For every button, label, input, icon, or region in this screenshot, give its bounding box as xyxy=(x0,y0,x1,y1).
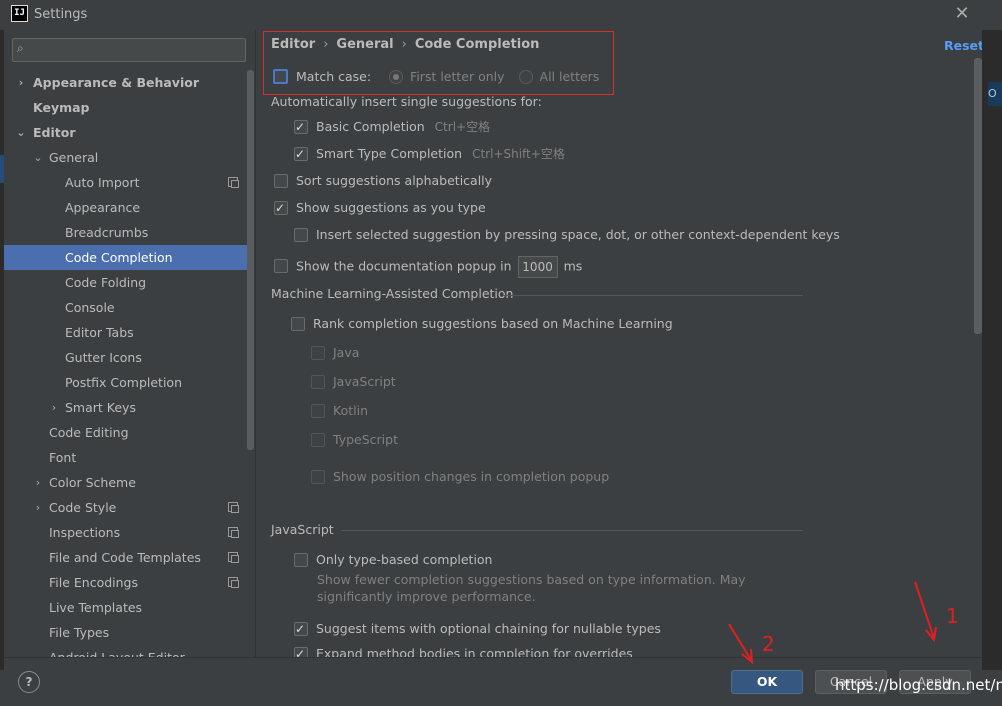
annotation-arrows xyxy=(728,581,937,665)
annotation-one: 1 xyxy=(946,604,959,628)
watermark: https://blog.csdn.net/m xyxy=(835,676,1002,694)
arrow-one-line xyxy=(914,581,935,639)
arrow-two-head xyxy=(741,648,754,665)
arrow-two-line xyxy=(728,623,752,661)
annotation-two: 2 xyxy=(762,632,775,656)
